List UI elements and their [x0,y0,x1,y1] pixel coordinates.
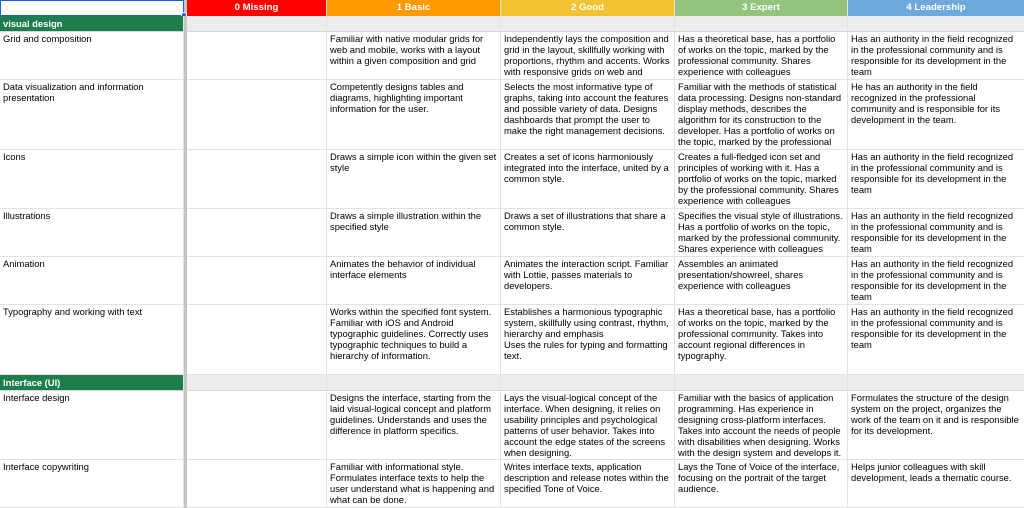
section-empty-cell[interactable] [675,16,848,32]
level-cell-expert[interactable]: Familiar with the methods of statistical… [675,80,848,150]
level-cell-leadership[interactable]: Has an authority in the field recognized… [848,32,1024,80]
level-cell-missing[interactable] [187,150,327,209]
level-cell-missing[interactable] [187,209,327,257]
level-cell-missing[interactable] [187,80,327,150]
level-cell-basic[interactable]: Familiar with informational style. Formu… [327,460,501,508]
level-cell-good[interactable]: Draws a set of illustrations that share … [501,209,675,257]
level-cell-missing[interactable] [187,32,327,80]
level-cell-basic[interactable]: Animates the behavior of individual inte… [327,257,501,305]
level-cell-basic[interactable]: Designs the interface, starting from the… [327,391,501,460]
skill-row: Illustrations Draws a simple illustration… [0,209,1024,257]
skill-name-cell[interactable]: Icons [0,150,184,209]
skill-row: Animation Animates the behavior of indivi… [0,257,1024,305]
section-title[interactable]: visual design [0,16,184,32]
level-cell-expert[interactable]: Has a theoretical base, has a portfolio … [675,32,848,80]
header-row: 0 Missing 1 Basic 2 Good 3 Expert 4 Lead… [0,0,1024,16]
skill-row: Grid and composition Familiar with native… [0,32,1024,80]
level-header-missing[interactable]: 0 Missing [187,0,327,16]
level-cell-missing[interactable] [187,460,327,508]
level-cell-leadership[interactable]: Has an authority in the field recognized… [848,257,1024,305]
skill-row: Typography and working with text Works wi… [0,305,1024,375]
skill-row: Interface copywriting Familiar with infor… [0,460,1024,508]
section-row: Interface (UI) [0,375,1024,391]
skill-name-cell[interactable]: Animation [0,257,184,305]
skill-name-cell[interactable]: Grid and composition [0,32,184,80]
level-cell-leadership[interactable]: Has an authority in the field recognized… [848,150,1024,209]
section-empty-cell[interactable] [675,375,848,391]
level-header-leadership[interactable]: 4 Leadership [848,0,1024,16]
selected-cell-a1[interactable] [0,0,184,16]
level-cell-missing[interactable] [187,305,327,375]
level-cell-good[interactable]: Writes interface texts, application desc… [501,460,675,508]
level-cell-basic[interactable]: Draws a simple icon within the given set… [327,150,501,209]
skill-name-cell[interactable]: Interface design [0,391,184,460]
level-header-expert[interactable]: 3 Expert [675,0,848,16]
skill-name-cell[interactable]: Illustrations [0,209,184,257]
skill-name-cell[interactable]: Interface copywriting [0,460,184,508]
level-cell-leadership[interactable]: Formulates the structure of the design s… [848,391,1024,460]
level-cell-missing[interactable] [187,391,327,460]
level-cell-missing[interactable] [187,257,327,305]
section-empty-cell[interactable] [327,16,501,32]
spreadsheet-grid: 0 Missing 1 Basic 2 Good 3 Expert 4 Lead… [0,0,1024,508]
level-cell-leadership[interactable]: Helps junior colleagues with skill devel… [848,460,1024,508]
skill-row: Interface design Designs the interface, s… [0,391,1024,460]
level-cell-expert[interactable]: Specifies the visual style of illustrati… [675,209,848,257]
level-cell-leadership[interactable]: He has an authority in the field recogni… [848,80,1024,150]
section-empty-cell[interactable] [187,16,327,32]
level-cell-basic[interactable]: Familiar with native modular grids for w… [327,32,501,80]
skill-name-cell[interactable]: Typography and working with text [0,305,184,375]
skill-row: Data visualization and information prese… [0,80,1024,150]
section-empty-cell[interactable] [327,375,501,391]
level-cell-leadership[interactable]: Has an authority in the field recognized… [848,305,1024,375]
section-title[interactable]: Interface (UI) [0,375,184,391]
skill-name-cell[interactable]: Data visualization and information prese… [0,80,184,150]
level-cell-leadership[interactable]: Has an authority in the field recognized… [848,209,1024,257]
level-cell-good[interactable]: Creates a set of icons harmoniously inte… [501,150,675,209]
level-cell-basic[interactable]: Competently designs tables and diagrams,… [327,80,501,150]
section-empty-cell[interactable] [848,375,1024,391]
level-cell-expert[interactable]: Lays the Tone of Voice of the interface,… [675,460,848,508]
level-cell-basic[interactable]: Draws a simple illustration within the s… [327,209,501,257]
level-cell-expert[interactable]: Assembles an animated presentation/showr… [675,257,848,305]
level-cell-good[interactable]: Animates the interaction script. Familia… [501,257,675,305]
level-header-basic[interactable]: 1 Basic [327,0,501,16]
level-cell-expert[interactable]: Creates a full-fledged icon set and prin… [675,150,848,209]
level-header-good[interactable]: 2 Good [501,0,675,16]
skill-row: Icons Draws a simple icon within the give… [0,150,1024,209]
section-empty-cell[interactable] [501,375,675,391]
section-row: visual design [0,16,1024,32]
level-cell-expert[interactable]: Familiar with the basics of application … [675,391,848,460]
level-cell-expert[interactable]: Has a theoretical base, has a portfolio … [675,305,848,375]
section-empty-cell[interactable] [848,16,1024,32]
level-cell-basic[interactable]: Works within the specified font system. … [327,305,501,375]
level-cell-good[interactable]: Independently lays the composition and g… [501,32,675,80]
level-cell-good[interactable]: Lays the visual-logical concept of the i… [501,391,675,460]
section-empty-cell[interactable] [187,375,327,391]
level-cell-good[interactable]: Selects the most informative type of gra… [501,80,675,150]
level-cell-good[interactable]: Establishes a harmonious typographic sys… [501,305,675,375]
section-empty-cell[interactable] [501,16,675,32]
